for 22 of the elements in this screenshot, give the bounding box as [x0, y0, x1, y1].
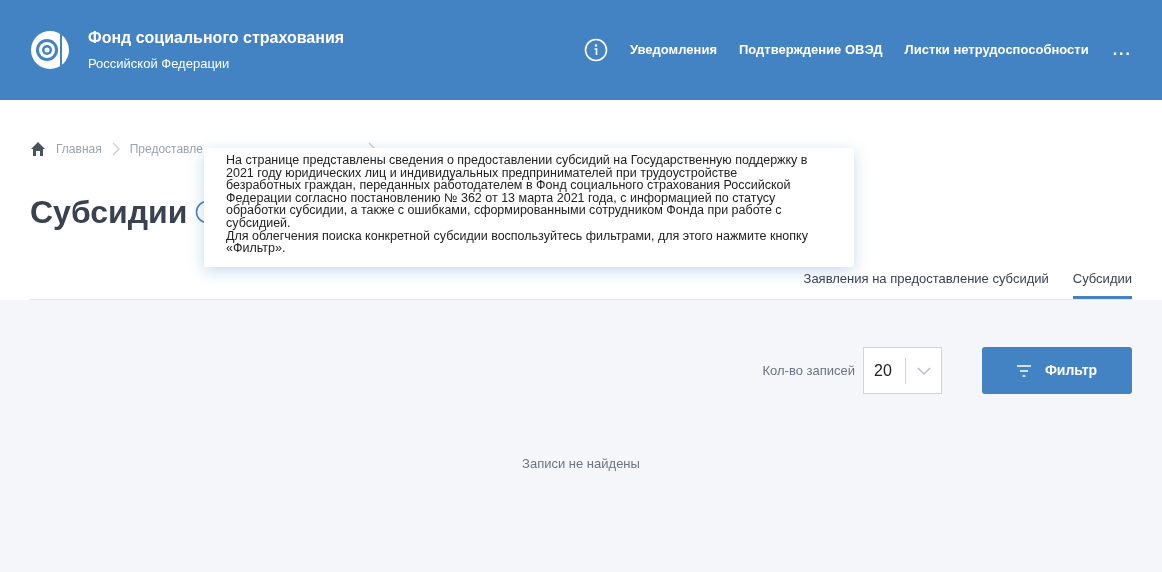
- filter-icon: [1016, 364, 1031, 377]
- nav-link[interactable]: Листки нетрудоспособности: [904, 40, 1089, 60]
- tooltip-text: Для облегчения поиска конкретной субсидии воспользуйтесь фильтрами, для этого нажмите кнопку «Фильтр».: [226, 229, 809, 255]
- organization-subtitle: Российской Федерации: [88, 55, 231, 74]
- chevron-icon: [111, 142, 120, 156]
- breadcrumb-link[interactable]: Главная: [56, 140, 102, 158]
- home-icon[interactable]: [30, 141, 46, 157]
- nav-link[interactable]: Уведомления: [629, 40, 717, 60]
- info-icon[interactable]: [583, 38, 608, 62]
- tab[interactable]: Субсидии: [1072, 268, 1132, 299]
- records-select[interactable]: 20: [863, 347, 942, 394]
- tooltip-text: На странице представлены сведения о предоставлении субсидий на Государственную поддержку в 2021 году юридических лиц и индивидуальных предпринимателей при трудоустройстве безработных граждан, переданных работодателем в Фонд социального страхования Российской Федерации согласно постановлению № 362 от 13 марта 2021 года, с информацией по статусу обработки субсидии, а также с ошибками, сформированными сотрудником Фонда при работе с субсидией.: [226, 154, 809, 230]
- nav-link[interactable]: Подтверждение ОВЭД: [738, 40, 883, 60]
- filter-button[interactable]: Фильтр: [982, 347, 1132, 394]
- more-button[interactable]: ...: [1112, 38, 1132, 62]
- organization-name: Фонд социального страхования: [88, 28, 345, 49]
- empty-message: Записи не найдены: [521, 455, 641, 473]
- page-title: Субсидии: [30, 193, 188, 232]
- records-label: Кол-во записей: [762, 361, 855, 380]
- logo-icon: [30, 30, 70, 70]
- tab[interactable]: Заявления на предоставление субсидий: [803, 268, 1049, 299]
- chevron-down-icon: [917, 366, 931, 375]
